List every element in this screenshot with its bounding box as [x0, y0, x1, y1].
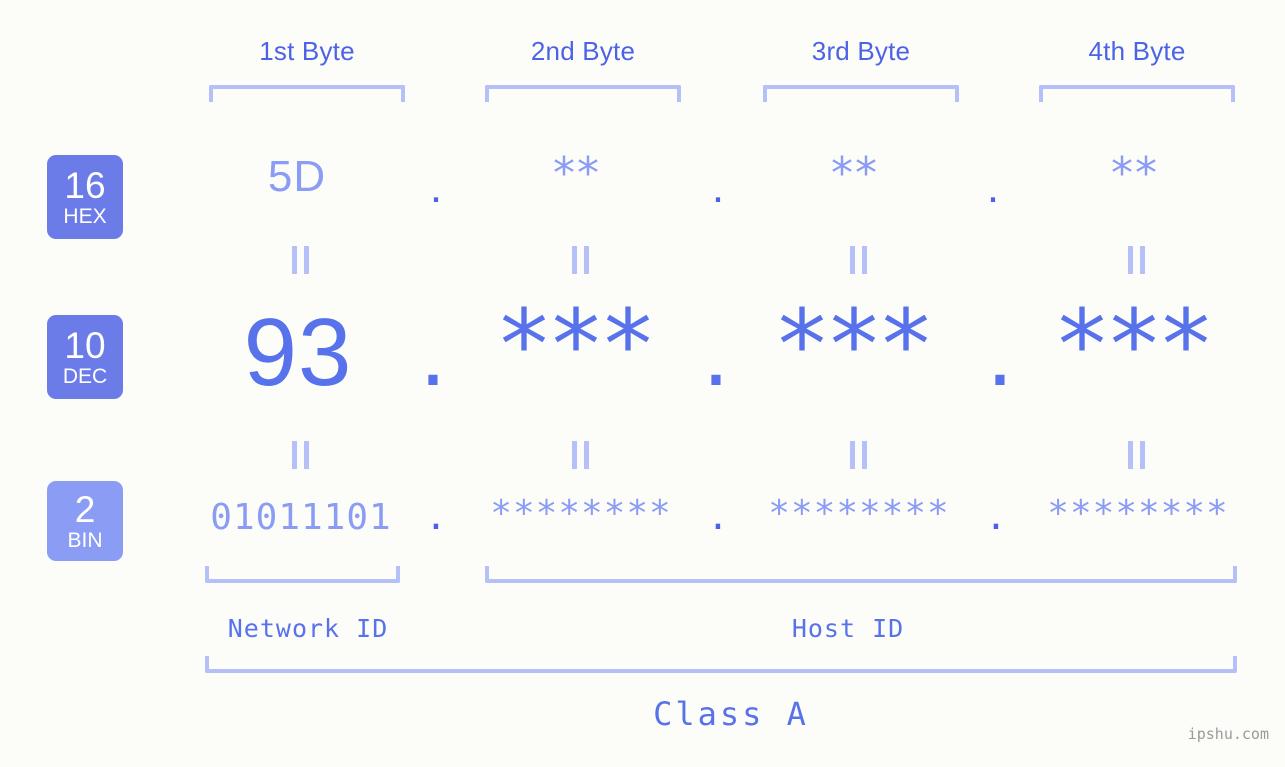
- network-id-bracket: [205, 566, 400, 583]
- hex-byte-3-value: **: [831, 148, 879, 199]
- equivalence-mark-dec-bin-2: [572, 441, 589, 469]
- hex-separator-1: .: [429, 163, 443, 212]
- hex-separator-2: .: [711, 163, 725, 212]
- hex-byte-1-value: 5D: [267, 152, 327, 201]
- byte-bracket-2: [485, 85, 681, 102]
- radix-badge-bin-number: 2: [74, 489, 96, 530]
- radix-badge-hex: 16 HEX: [47, 155, 123, 239]
- dec-byte-3-value: ***: [778, 289, 934, 401]
- class-bracket: [205, 656, 1237, 673]
- bin-byte-2-value: ********: [490, 493, 672, 534]
- hex-byte-4-value: **: [1111, 148, 1159, 199]
- byte-header-2: 2nd Byte: [530, 36, 636, 66]
- equivalence-mark-hex-dec-2: [572, 246, 589, 274]
- dec-byte-4-value: ***: [1058, 289, 1214, 401]
- byte-header-3: 3rd Byte: [811, 36, 911, 66]
- equivalence-mark-dec-bin-4: [1128, 441, 1145, 469]
- equivalence-mark-hex-dec-3: [850, 246, 867, 274]
- site-watermark: ipshu.com: [1187, 725, 1269, 743]
- bin-byte-1-value: 01011101: [210, 497, 392, 538]
- byte-bracket-4: [1039, 85, 1235, 102]
- radix-badge-dec-number: 10: [64, 325, 106, 366]
- equivalence-mark-hex-dec-4: [1128, 246, 1145, 274]
- radix-badge-dec: 10 DEC: [47, 315, 123, 399]
- hex-separator-3: .: [986, 163, 1000, 212]
- radix-badge-dec-label: DEC: [62, 365, 108, 388]
- byte-header-4: 4th Byte: [1088, 36, 1186, 66]
- dec-byte-1-value: 93: [243, 299, 353, 406]
- dec-separator-2: .: [702, 299, 730, 406]
- byte-bracket-1: [209, 85, 405, 102]
- host-id-label: Host ID: [791, 614, 905, 643]
- radix-badge-bin: 2 BIN: [47, 481, 123, 561]
- byte-bracket-3: [763, 85, 959, 102]
- bin-separator-1: .: [425, 497, 447, 538]
- equivalence-mark-dec-bin-3: [850, 441, 867, 469]
- equivalence-mark-dec-bin-1: [292, 441, 309, 469]
- radix-badge-hex-number: 16: [64, 165, 106, 206]
- dec-separator-1: .: [419, 299, 447, 406]
- dec-byte-2-value: ***: [500, 289, 656, 401]
- network-id-label: Network ID: [227, 614, 389, 643]
- hex-byte-2-value: **: [553, 148, 601, 199]
- host-id-bracket: [485, 566, 1237, 583]
- equivalence-mark-hex-dec-1: [292, 246, 309, 274]
- bin-byte-3-value: ********: [768, 493, 950, 534]
- class-label: Class A: [653, 695, 809, 733]
- radix-badge-bin-label: BIN: [67, 529, 103, 552]
- ip-address-breakdown-diagram: 1st Byte 2nd Byte 3rd Byte 4th Byte 16 H…: [0, 0, 1285, 767]
- radix-badge-hex-label: HEX: [63, 205, 107, 228]
- bin-separator-2: .: [707, 497, 729, 538]
- byte-header-1: 1st Byte: [259, 36, 355, 66]
- bin-byte-4-value: ********: [1047, 493, 1229, 534]
- bin-separator-3: .: [985, 497, 1007, 538]
- dec-separator-3: .: [986, 299, 1014, 406]
